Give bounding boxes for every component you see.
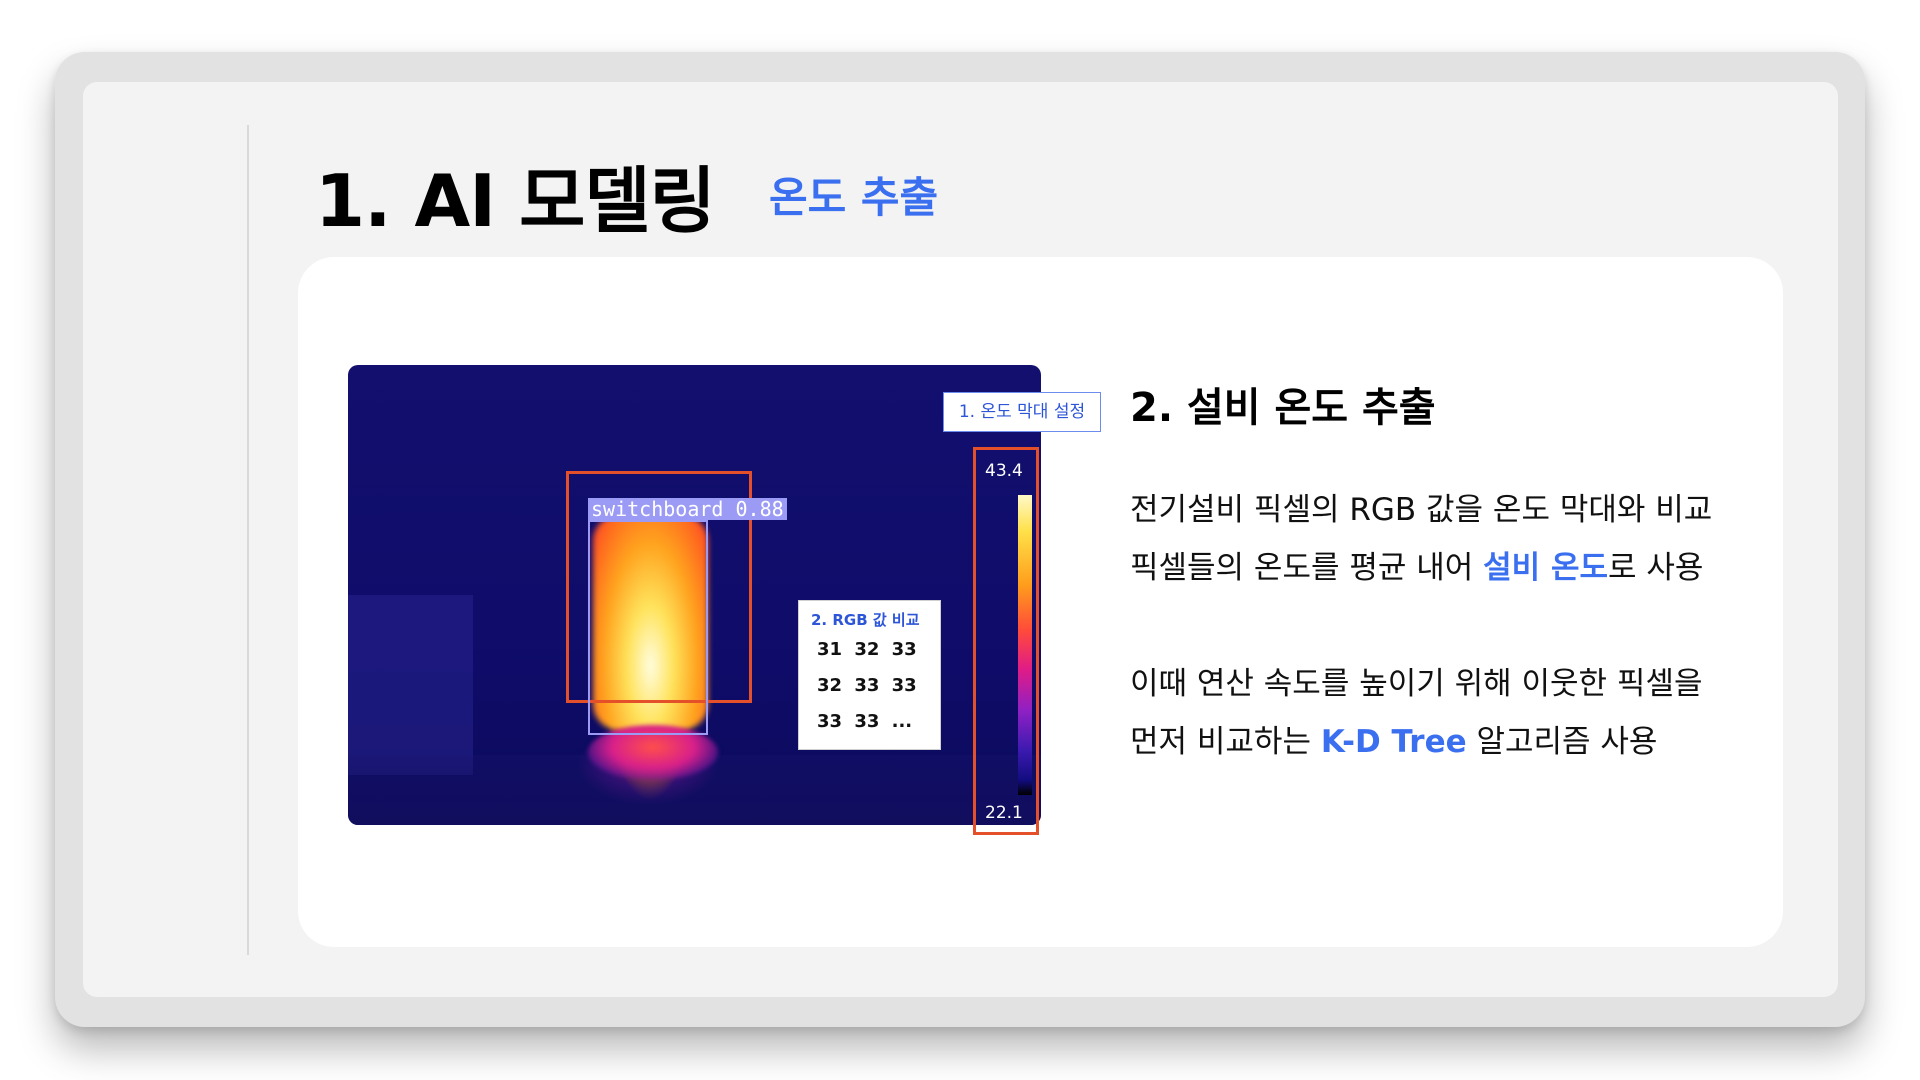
detection-label: switchboard 0.88	[588, 498, 787, 520]
thermal-image: switchboard 0.88 2. RGB 값 비교 31 32 33 32…	[348, 365, 1041, 825]
rgb-row: 32 33 33	[817, 675, 917, 696]
rgb-compare-box: 2. RGB 값 비교 31 32 33 32 33 33 33 33 ...	[798, 600, 941, 750]
slide-subtitle: 온도 추출	[769, 173, 939, 222]
paragraph-line: 이때 연산 속도를 높이기 위해 이웃한 픽셀을	[1130, 666, 1703, 702]
paragraph-line: 전기설비 픽셀의 RGB 값을 온도 막대와 비교	[1130, 492, 1713, 528]
scale-callout-label: 1. 온도 막대 설정	[943, 392, 1101, 432]
paragraph-line: 먼저 비교하는 K-D Tree 알고리즘 사용	[1130, 724, 1658, 760]
paragraph-line: 픽셀들의 온도를 평균 내어 설비 온도로 사용	[1130, 550, 1704, 586]
rgb-row: 31 32 33	[817, 639, 917, 660]
scale-bar-region-box	[973, 447, 1039, 835]
detection-box	[588, 520, 708, 735]
section-heading: 2. 설비 온도 추출	[1130, 385, 1436, 431]
highlight-text: K-D Tree	[1320, 724, 1467, 760]
slide: 1. AI 모델링 온도 추출 switchboard 0.88 2. RGB …	[83, 82, 1838, 997]
content-card: switchboard 0.88 2. RGB 값 비교 31 32 33 32…	[298, 257, 1783, 947]
vertical-divider	[247, 125, 249, 955]
rgb-row: 33 33 ...	[817, 711, 913, 732]
highlight-text: 설비 온도	[1483, 550, 1609, 586]
rgb-compare-title: 2. RGB 값 비교	[811, 611, 920, 629]
slide-title: 1. AI 모델링	[315, 159, 716, 243]
